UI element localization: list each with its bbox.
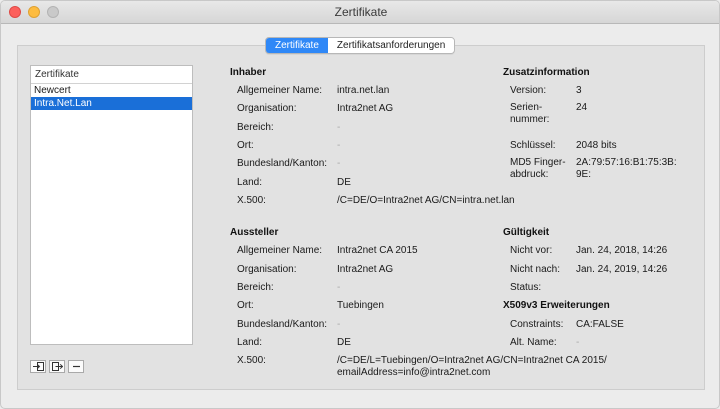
owner-common-name-label: Allgemeiner Name: — [237, 85, 323, 96]
md5-value-line2: 9E: — [576, 169, 592, 180]
constraints-label: Constraints: — [510, 319, 564, 330]
tab-certificate-requests[interactable]: Zertifikatsanforderungen — [327, 38, 455, 53]
serial-value: 24 — [576, 102, 588, 113]
list-item-intra-net-lan[interactable]: Intra.Net.Lan — [31, 97, 192, 110]
not-before-value: Jan. 24, 2018, 14:26 — [576, 245, 668, 256]
issuer-country-value: DE — [337, 337, 351, 348]
version-label: Version: — [510, 85, 547, 96]
window-title: Zertifikate — [334, 5, 388, 19]
key-value: 2048 bits — [576, 140, 617, 151]
section-title-issuer: Aussteller — [230, 227, 279, 238]
alt-name-value: - — [576, 337, 580, 348]
list-button-bar — [30, 360, 87, 373]
issuer-x500-value-line2: emailAddress=info@intra2net.com — [337, 367, 491, 378]
owner-x500-label: X.500: — [237, 195, 266, 206]
section-title-additional-info: Zusatzinformation — [503, 67, 590, 78]
key-label: Schlüssel: — [510, 140, 556, 151]
issuer-x500-value-line1: /C=DE/L=Tuebingen/O=Intra2net AG/CN=Intr… — [337, 355, 607, 366]
md5-label-line2: abdruck: — [510, 169, 549, 180]
md5-label-line1: MD5 Finger- — [510, 157, 566, 168]
owner-state-value: - — [337, 158, 341, 169]
import-icon — [32, 362, 44, 371]
certificate-list-header: Zertifikate — [31, 66, 192, 84]
section-title-validity: Gültigkeit — [503, 227, 550, 238]
issuer-organisation-value: Intra2net AG — [337, 264, 394, 275]
issuer-unit-value: - — [337, 282, 341, 293]
issuer-state-label: Bundesland/Kanton: — [237, 319, 328, 330]
owner-organisation-label: Organisation: — [237, 103, 297, 114]
import-button[interactable] — [30, 360, 46, 373]
list-item-newcert[interactable]: Newcert — [31, 84, 192, 97]
tab-control: Zertifikate Zertifikatsanforderungen — [265, 37, 456, 54]
constraints-value: CA:FALSE — [576, 319, 624, 330]
owner-unit-label: Bereich: — [237, 122, 274, 133]
remove-button[interactable] — [68, 360, 84, 373]
version-value: 3 — [576, 85, 582, 96]
owner-organisation-value: Intra2net AG — [337, 103, 394, 114]
owner-locality-value: - — [337, 140, 341, 151]
not-after-label: Nicht nach: — [510, 264, 561, 275]
minus-icon — [72, 365, 80, 368]
tab-certificates[interactable]: Zertifikate — [266, 38, 328, 53]
owner-state-label: Bundesland/Kanton: — [237, 158, 328, 169]
certificates-window: Zertifikate Zertifikate Zertifikatsanfor… — [0, 0, 720, 409]
not-before-label: Nicht vor: — [510, 245, 553, 256]
issuer-common-name-value: Intra2net CA 2015 — [337, 245, 418, 256]
owner-unit-value: - — [337, 122, 341, 133]
owner-x500-value: /C=DE/O=Intra2net AG/CN=intra.net.lan — [337, 195, 515, 206]
issuer-state-value: - — [337, 319, 341, 330]
issuer-country-label: Land: — [237, 337, 263, 348]
md5-value-line1: 2A:79:57:16:B1:75:3B: — [576, 157, 677, 168]
issuer-locality-value: Tuebingen — [337, 300, 384, 311]
serial-label-line2: nummer: — [510, 114, 550, 125]
owner-locality-label: Ort: — [237, 140, 254, 151]
owner-common-name-value: intra.net.lan — [337, 85, 390, 96]
status-label: Status: — [510, 282, 542, 293]
owner-country-label: Land: — [237, 177, 263, 188]
serial-label-line1: Serien- — [510, 102, 543, 113]
issuer-common-name-label: Allgemeiner Name: — [237, 245, 323, 256]
export-button[interactable] — [49, 360, 65, 373]
issuer-x500-label: X.500: — [237, 355, 266, 366]
alt-name-label: Alt. Name: — [510, 337, 557, 348]
export-icon — [51, 362, 63, 371]
section-title-owner: Inhaber — [230, 67, 267, 78]
title-bar: Zertifikate — [1, 1, 719, 24]
certificate-list: Zertifikate Newcert Intra.Net.Lan — [30, 65, 193, 345]
owner-country-value: DE — [337, 177, 351, 188]
section-title-x509-extensions: X509v3 Erweiterungen — [503, 300, 610, 311]
issuer-organisation-label: Organisation: — [237, 264, 297, 275]
issuer-unit-label: Bereich: — [237, 282, 274, 293]
issuer-locality-label: Ort: — [237, 300, 254, 311]
not-after-value: Jan. 24, 2019, 14:26 — [576, 264, 668, 275]
